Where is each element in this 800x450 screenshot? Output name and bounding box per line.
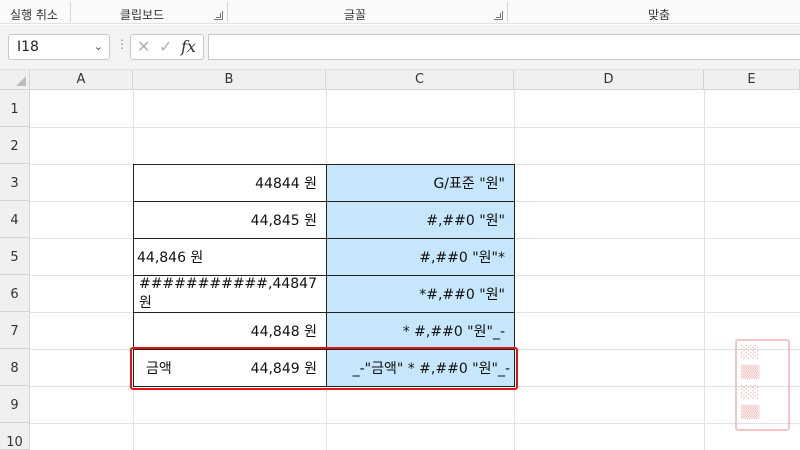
row-header-7[interactable]: 7 <box>0 312 30 349</box>
insert-function-icon[interactable]: fx <box>181 37 196 56</box>
clipboard-dialog-launcher-icon[interactable] <box>214 11 223 20</box>
chevron-down-icon[interactable]: ⌄ <box>94 35 103 59</box>
ribbon-group-font: 글꼴 <box>343 8 367 22</box>
gridline <box>30 127 800 128</box>
row-header-1[interactable]: 1 <box>0 90 30 127</box>
name-box-value: I18 <box>17 39 39 55</box>
ribbon-group-undo: 실행 취소 <box>10 8 58 22</box>
table-divider <box>133 201 515 202</box>
cell-b4[interactable]: 44,845 원 <box>134 202 326 238</box>
table-divider <box>133 275 515 276</box>
highlight-box <box>130 347 518 390</box>
column-header-c[interactable]: C <box>326 70 514 90</box>
cell-c7[interactable]: * #,##0 "원"_- <box>327 313 514 349</box>
column-header-e[interactable]: E <box>704 70 800 90</box>
formula-action-buttons: ✕ ✓ fx <box>130 34 204 60</box>
gridline <box>30 423 800 424</box>
ribbon-group-labels: 실행 취소 클립보드 글꼴 맞춤 <box>0 0 800 24</box>
cancel-icon[interactable]: ✕ <box>137 37 150 56</box>
cell-b6[interactable]: ###########,44847 원 <box>134 276 326 312</box>
cell-c4[interactable]: #,##0 "원" <box>327 202 514 238</box>
gridline <box>704 90 705 450</box>
cell-b5[interactable]: 44,846 원 <box>134 239 326 275</box>
row-header-4[interactable]: 4 <box>0 201 30 238</box>
row-header-5[interactable]: 5 <box>0 238 30 275</box>
cell-b7[interactable]: 44,848 원 <box>134 313 326 349</box>
row-header-2[interactable]: 2 <box>0 127 30 164</box>
row-header-3[interactable]: 3 <box>0 164 30 201</box>
cell-c6[interactable]: *#,##0 "원" <box>327 276 514 312</box>
row-header-9[interactable]: 9 <box>0 386 30 423</box>
ribbon-group-alignment: 맞춤 <box>647 8 671 22</box>
ribbon-group-clipboard: 클립보드 <box>119 8 165 22</box>
formula-input[interactable] <box>208 34 800 60</box>
ribbon-separator <box>227 2 228 22</box>
column-header-d[interactable]: D <box>514 70 704 90</box>
select-all-button[interactable] <box>0 70 30 90</box>
cell-c3[interactable]: G/표준 "원" <box>327 165 514 201</box>
ribbon-separator <box>70 2 71 22</box>
formula-bar: I18 ⌄ ⋮ ✕ ✓ fx <box>0 25 800 70</box>
row-header-10[interactable]: 10 <box>0 423 30 450</box>
cell-b3[interactable]: 44844 원 <box>134 165 326 201</box>
name-box[interactable]: I18 ⌄ <box>8 34 110 60</box>
gridline <box>514 90 515 450</box>
column-header-b[interactable]: B <box>133 70 326 90</box>
more-options-icon[interactable]: ⋮ <box>116 37 128 51</box>
seal-stamp-icon: ░░ ▒▒ ░░ ▒▒ <box>735 339 790 431</box>
row-header-8[interactable]: 8 <box>0 349 30 386</box>
ribbon-separator <box>507 2 508 22</box>
check-icon[interactable]: ✓ <box>159 37 172 56</box>
row-header-6[interactable]: 6 <box>0 275 30 312</box>
cell-c5[interactable]: #,##0 "원"* <box>327 239 514 275</box>
column-header-a[interactable]: A <box>30 70 133 90</box>
table-divider <box>133 238 515 239</box>
table-divider <box>133 312 515 313</box>
font-dialog-launcher-icon[interactable] <box>494 11 503 20</box>
